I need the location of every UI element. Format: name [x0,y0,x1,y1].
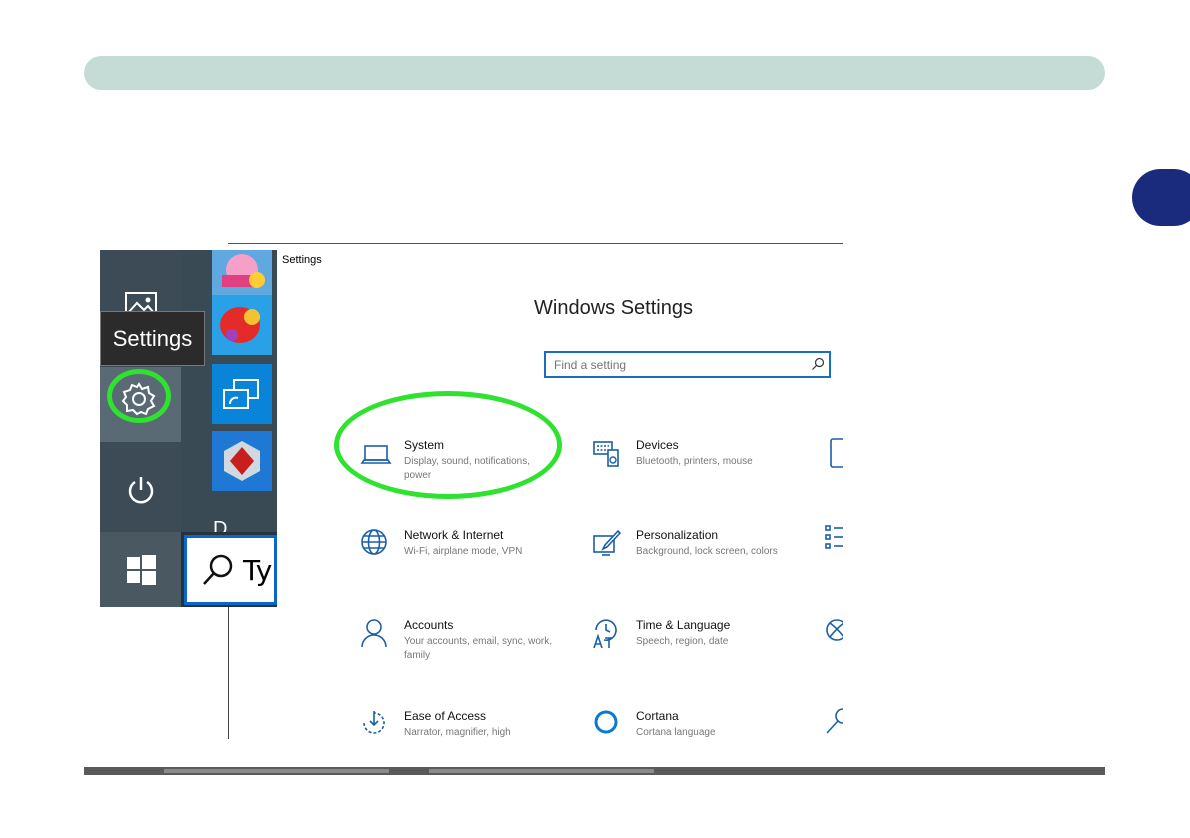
cube-app-tile[interactable] [212,431,272,491]
category-title: Accounts [404,618,454,632]
phone-icon [830,438,843,468]
globe-icon [361,529,387,555]
settings-window: Settings Windows Settings System Display… [277,250,843,745]
window-top-edge [228,243,843,244]
windows-logo-icon [126,554,156,585]
category-cortana[interactable]: Cortana Cortana language [592,709,802,745]
category-ease-of-access[interactable]: Ease of Access Narrator, magnifier, high [360,709,570,745]
category-title: Personalization [636,528,719,542]
category-title: Devices [636,438,679,452]
window-left-edge [228,607,229,739]
system-highlight-circle [334,391,562,499]
keyboard-speaker-icon [593,441,619,467]
category-desc: Narrator, magnifier, high [404,727,511,738]
taskbar-search-box[interactable]: Ty [184,535,277,605]
window-caption: Settings [282,254,322,266]
find-setting-field[interactable] [544,351,831,378]
category-apps-partial[interactable] [825,524,843,584]
category-search-partial[interactable] [825,706,843,745]
candy-crush-tile[interactable] [212,295,272,355]
cube-app-icon [212,431,272,491]
category-desc: Background, lock screen, colors [636,546,778,557]
ease-of-access-icon [363,711,385,734]
category-accounts[interactable]: Accounts Your accounts, email, sync, wor… [360,618,570,678]
connect-tile[interactable] [212,364,272,424]
search-input[interactable] [546,353,806,377]
category-desc: Bluetooth, printers, mouse [636,456,753,467]
apps-list-icon [825,525,843,549]
footer-rule-segment [429,769,654,773]
page-header-bar [84,56,1105,90]
category-title: Cortana [636,709,679,723]
time-language-icon [593,619,617,649]
power-icon [128,476,153,503]
category-title: Network & Internet [404,528,504,542]
chapter-tab [1132,169,1190,226]
category-desc: Speech, region, date [636,636,729,647]
search-icon [203,554,233,585]
power-button[interactable] [100,462,181,517]
xbox-icon [826,619,843,641]
search-typed-text: Ty [243,553,273,587]
person-icon [361,619,387,648]
candy-crush-icon [212,295,272,355]
category-time-language[interactable]: Time & Language Speech, region, date [592,618,802,678]
category-desc: Wi-Fi, airplane mode, VPN [404,546,523,557]
paint-brush-icon [593,529,622,556]
category-gaming-partial[interactable] [825,618,843,678]
page-footer-rule [84,767,1105,775]
category-desc: Cortana language [636,727,716,738]
gear-highlight-circle [107,369,171,423]
category-title: Time & Language [636,618,731,632]
search-icon [826,708,843,734]
start-button[interactable] [100,532,181,607]
category-personalization[interactable]: Personalization Background, lock screen,… [592,528,802,588]
start-menu: D Ty [100,250,277,607]
settings-tooltip: Settings [100,311,205,366]
category-network[interactable]: Network & Internet Wi-Fi, airplane mode,… [360,528,570,588]
category-title: Ease of Access [404,709,487,723]
category-phone-partial[interactable] [829,438,843,498]
connect-icon [212,364,272,424]
search-icon [812,357,825,370]
cortana-ring-icon [594,710,618,734]
category-desc: Your accounts, email, sync, work, family [404,636,553,661]
page-title: Windows Settings [534,297,693,319]
category-devices[interactable]: Devices Bluetooth, printers, mouse [592,438,802,498]
footer-rule-segment [164,769,389,773]
